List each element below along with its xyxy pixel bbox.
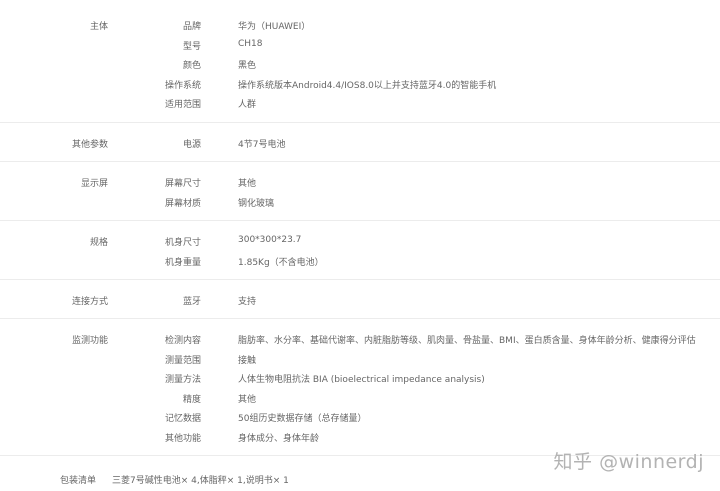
spec-key: 蓝牙 xyxy=(182,297,201,307)
spec-value: 操作系统版本Android4.4/IOS8.0以上并支持蓝牙4.0的智能手机 xyxy=(238,80,497,91)
spec-section-other: 其他参数 电源 4节7号电池 xyxy=(0,123,720,162)
spec-value: 300*300*23.7 xyxy=(238,235,302,245)
watermark: 知乎 @winnerdj xyxy=(553,451,704,473)
packing-value: 三菱7号碱性电池× 4,体脂秤× 1,说明书× 1 xyxy=(112,476,289,486)
spec-value: 接触 xyxy=(238,355,257,366)
spec-value: 黑色 xyxy=(238,61,257,72)
spec-value: 脂肪率、水分率、基础代谢率、内脏脂肪等级、肌肉量、骨盐量、BMI、蛋白质含量、身… xyxy=(238,336,696,346)
spec-key: 记忆数据 xyxy=(164,414,201,425)
spec-section-connection: 连接方式 蓝牙 支持 xyxy=(0,280,720,319)
spec-row: 测量范围 接触 xyxy=(0,353,720,373)
spec-key: 测量范围 xyxy=(164,355,201,366)
spec-section-main: 主体 品牌 华为（HUAWEI） 型号 CH18 颜色 黑色 操作系统 操作系统版本An… xyxy=(0,0,720,123)
spec-row: 机身尺寸 300*300*23.7 xyxy=(0,235,720,255)
spec-key: 测量方法 xyxy=(164,375,201,386)
spec-row: 型号 CH18 xyxy=(0,39,720,59)
spec-table: 主体 品牌 华为（HUAWEI） 型号 CH18 颜色 黑色 操作系统 操作系统版本An… xyxy=(0,0,720,456)
spec-key: 颜色 xyxy=(182,61,201,72)
spec-key: 其他功能 xyxy=(164,433,201,444)
spec-row: 记忆数据 50组历史数据存储（总存储量） xyxy=(0,411,720,431)
spec-value: CH18 xyxy=(238,38,263,49)
spec-key: 精度 xyxy=(182,394,201,405)
spec-section-monitoring: 监测功能 检测内容 脂肪率、水分率、基础代谢率、内脏脂肪等级、肌肉量、骨盐量、BM… xyxy=(0,319,720,456)
spec-key: 电源 xyxy=(182,140,201,150)
spec-key: 检测内容 xyxy=(164,336,201,346)
spec-row: 品牌 华为（HUAWEI） xyxy=(0,19,720,39)
spec-section-size: 规格 机身尺寸 300*300*23.7 机身重量 1.85Kg（不含电池） xyxy=(0,221,720,280)
spec-key: 型号 xyxy=(182,41,201,52)
spec-value: 50组历史数据存储（总存储量） xyxy=(238,414,367,425)
spec-key: 机身重量 xyxy=(164,257,201,268)
spec-key: 屏幕尺寸 xyxy=(164,179,201,189)
spec-row: 电源 4节7号电池 xyxy=(0,137,720,157)
spec-key: 适用范围 xyxy=(164,100,201,111)
spec-value: 支持 xyxy=(238,297,257,307)
spec-row: 适用范围 人群 xyxy=(0,97,720,117)
spec-key: 机身尺寸 xyxy=(164,238,201,248)
spec-value: 钢化玻璃 xyxy=(238,198,275,209)
spec-value: 1.85Kg（不含电池） xyxy=(238,257,324,268)
spec-key: 操作系统 xyxy=(164,80,201,91)
spec-row: 操作系统 操作系统版本Android4.4/IOS8.0以上并支持蓝牙4.0的智能… xyxy=(0,78,720,98)
spec-key: 屏幕材质 xyxy=(164,198,201,209)
spec-section-display: 显示屏 屏幕尺寸 其他 屏幕材质 钢化玻璃 xyxy=(0,162,720,221)
spec-value: 其他 xyxy=(238,394,257,405)
spec-row: 屏幕尺寸 其他 xyxy=(0,176,720,196)
spec-value: 其他 xyxy=(238,179,257,189)
spec-value: 华为（HUAWEI） xyxy=(238,22,311,32)
spec-key: 品牌 xyxy=(182,22,201,32)
spec-row: 检测内容 脂肪率、水分率、基础代谢率、内脏脂肪等级、肌肉量、骨盐量、BMI、蛋白质… xyxy=(0,333,720,353)
spec-row: 蓝牙 支持 xyxy=(0,294,720,314)
packing-label: 包装清单 xyxy=(59,476,96,486)
spec-value: 身体成分、身体年龄 xyxy=(238,433,320,444)
spec-row: 屏幕材质 钢化玻璃 xyxy=(0,196,720,216)
spec-row: 精度 其他 xyxy=(0,392,720,412)
spec-value: 人群 xyxy=(238,100,257,111)
spec-value: 4节7号电池 xyxy=(238,140,286,150)
spec-value: 人体生物电阻抗法 BIA (bioelectrical impedance an… xyxy=(238,375,485,386)
spec-row: 机身重量 1.85Kg（不含电池） xyxy=(0,255,720,275)
spec-row: 颜色 黑色 xyxy=(0,58,720,78)
spec-row: 测量方法 人体生物电阻抗法 BIA (bioelectrical impedanc… xyxy=(0,372,720,392)
packing-list: 包装清单 三菱7号碱性电池× 4,体脂秤× 1,说明书× 1 xyxy=(0,473,720,486)
